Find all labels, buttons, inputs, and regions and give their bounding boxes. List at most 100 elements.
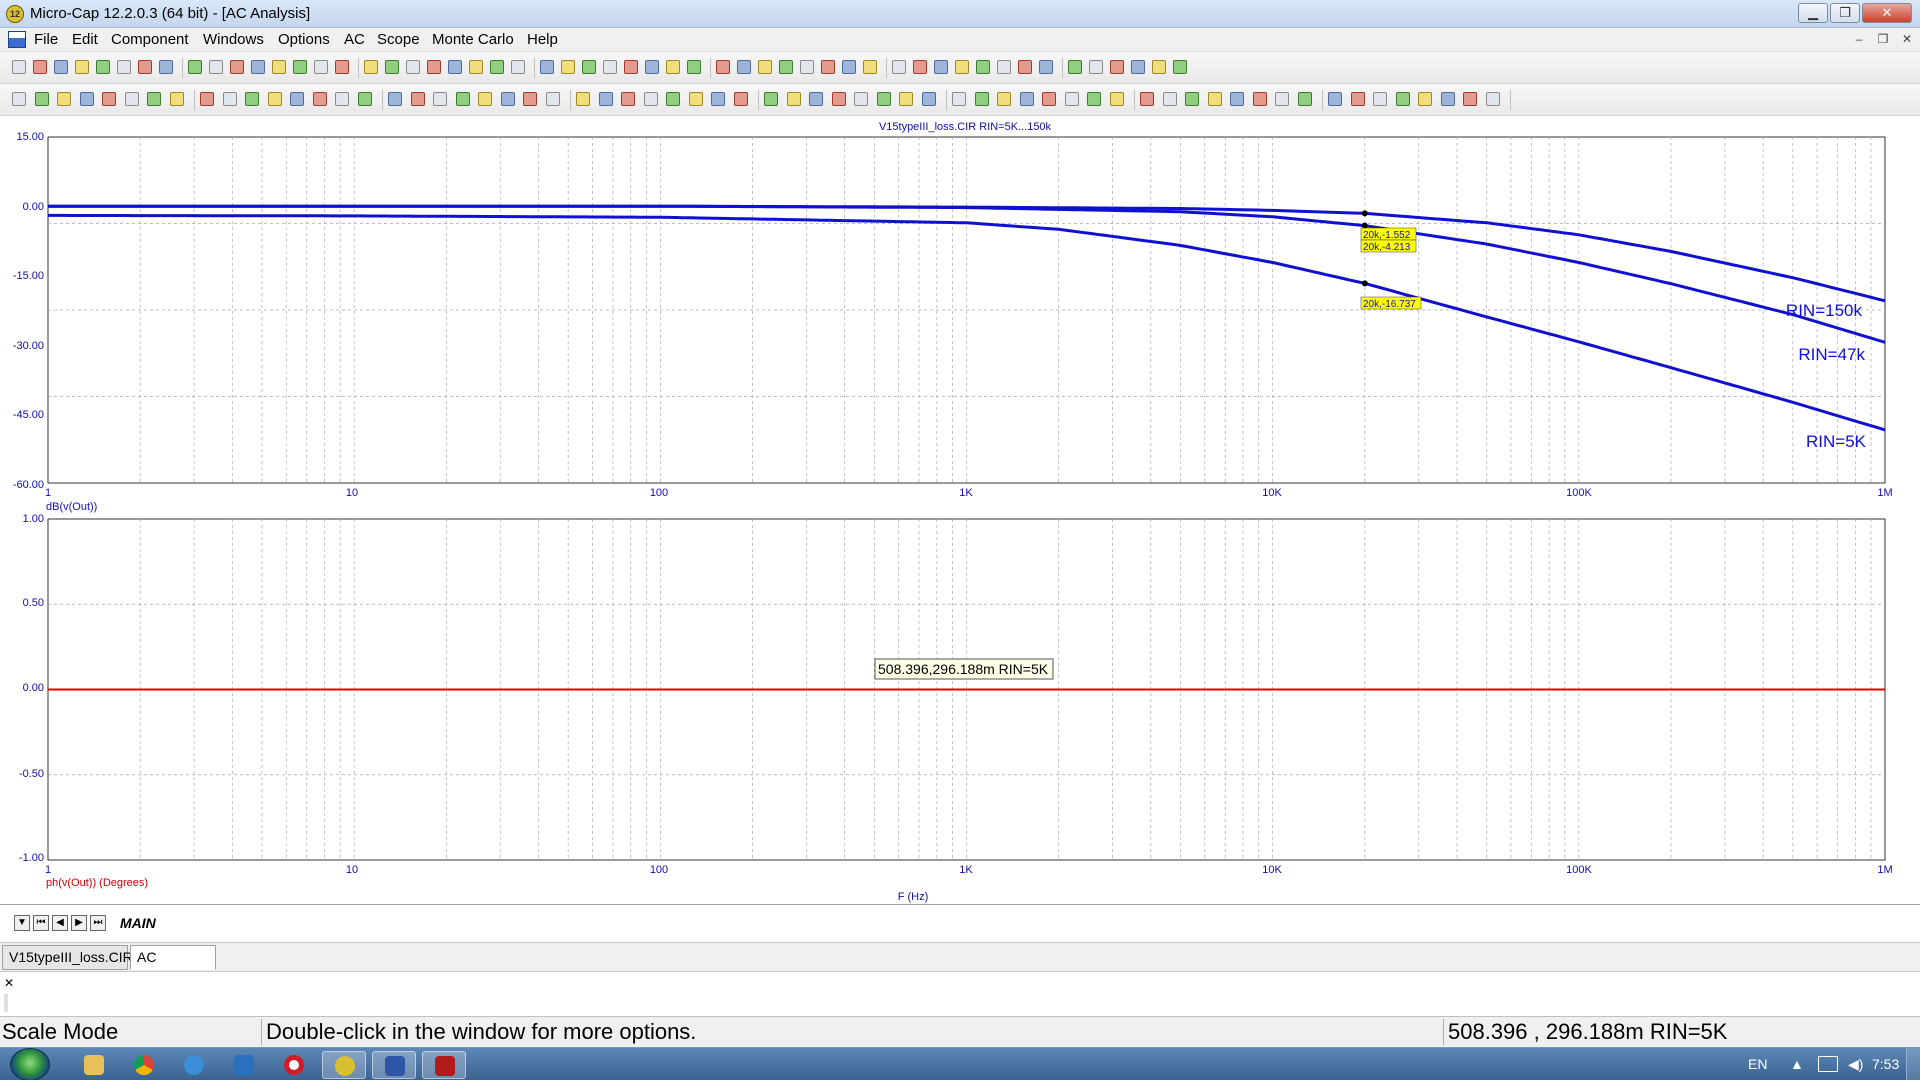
toolbar-button-icon[interactable] xyxy=(779,60,793,74)
toolbar-button-icon[interactable] xyxy=(448,60,462,74)
toolbar-button-icon[interactable] xyxy=(666,92,680,106)
toolbar-button-icon[interactable] xyxy=(335,60,349,74)
menu-scope[interactable]: Scope xyxy=(377,31,420,48)
volume-icon[interactable]: ◀) xyxy=(1848,1056,1863,1073)
toolbar-button-icon[interactable] xyxy=(251,60,265,74)
toolbar-button-icon[interactable] xyxy=(1131,60,1145,74)
toolbar-button-icon[interactable] xyxy=(314,60,328,74)
taskbar-save[interactable] xyxy=(372,1051,416,1079)
toolbar-button-icon[interactable] xyxy=(410,92,425,106)
last-page-icon[interactable]: ⏭ xyxy=(90,915,106,931)
toolbar-button-icon[interactable] xyxy=(892,60,906,74)
toolbar-button-icon[interactable] xyxy=(200,92,214,106)
title-bar[interactable]: 12 Micro-Cap 12.2.0.3 (64 bit) - [AC Ana… xyxy=(0,0,1920,28)
toolbar-button-icon[interactable] xyxy=(1018,60,1032,74)
toolbar-button-icon[interactable] xyxy=(245,92,259,106)
curve-label-rin-47k[interactable]: RIN=47k xyxy=(1798,345,1865,364)
toolbar-button-icon[interactable] xyxy=(117,60,131,74)
toolbar-button-icon[interactable] xyxy=(490,60,504,74)
taskbar-chrome[interactable] xyxy=(122,1051,166,1079)
toolbar-button-icon[interactable] xyxy=(952,92,966,106)
toolbar-button-icon[interactable] xyxy=(138,60,152,74)
taskbar-store[interactable] xyxy=(222,1051,266,1079)
toolbar-button-icon[interactable] xyxy=(863,60,877,74)
toolbar-button-icon[interactable] xyxy=(1110,60,1124,74)
toolbar-button-icon[interactable] xyxy=(561,60,575,74)
top-y-axis-label[interactable]: dB(v(Out)) xyxy=(46,501,97,513)
toolbar-button-icon[interactable] xyxy=(1068,60,1082,74)
toolbar-button-icon[interactable] xyxy=(1440,92,1455,106)
toolbar-button-icon[interactable] xyxy=(12,60,26,74)
toolbar-button-icon[interactable] xyxy=(621,92,635,106)
bottom-y-axis-label[interactable]: ph(v(Out)) (Degrees) xyxy=(46,877,148,889)
toolbar-button-icon[interactable] xyxy=(1042,92,1056,106)
menu-file[interactable]: File xyxy=(34,31,58,48)
toolbar-button-icon[interactable] xyxy=(79,92,94,106)
menu-options[interactable]: Options xyxy=(278,31,330,48)
toolbar-button-icon[interactable] xyxy=(96,60,110,74)
curve-label-rin-150k[interactable]: RIN=150k xyxy=(1786,301,1863,320)
toolbar-button-icon[interactable] xyxy=(974,92,989,106)
tab-ac-analysis[interactable]: AC Analysis xyxy=(130,945,216,988)
toolbar-button-icon[interactable] xyxy=(1418,92,1432,106)
tab-main[interactable]: MAIN xyxy=(120,915,156,931)
toolbar-button-icon[interactable] xyxy=(1297,92,1312,106)
toolbar-button-icon[interactable] xyxy=(831,92,846,106)
toolbar-button-icon[interactable] xyxy=(406,60,420,74)
toolbar-button-icon[interactable] xyxy=(1064,92,1079,106)
document-window-icon[interactable] xyxy=(8,31,26,48)
toolbar-button-icon[interactable] xyxy=(624,60,638,74)
toolbar-button-icon[interactable] xyxy=(57,92,71,106)
cursor-label-rin-150k[interactable]: 20k,-1.552 xyxy=(1360,227,1417,241)
toolbar-button-icon[interactable] xyxy=(1039,60,1053,74)
toolbar-button-icon[interactable] xyxy=(1373,92,1387,106)
cursor-label-rin-47k[interactable]: 20k,-4.213 xyxy=(1360,239,1417,253)
toolbar-button-icon[interactable] xyxy=(102,92,116,106)
toolbar-button-icon[interactable] xyxy=(645,60,659,74)
restore-button[interactable]: ❐ xyxy=(1830,3,1860,23)
toolbar-button-icon[interactable] xyxy=(899,92,913,106)
toolbar-button-icon[interactable] xyxy=(800,60,814,74)
menu-help[interactable]: Help xyxy=(527,31,558,48)
toolbar-button-icon[interactable] xyxy=(478,92,492,106)
next-page-icon[interactable]: ▶ xyxy=(71,915,87,931)
toolbar-button-icon[interactable] xyxy=(997,60,1011,74)
taskbar-opera[interactable] xyxy=(272,1051,316,1079)
toolbar-button-icon[interactable] xyxy=(1185,92,1199,106)
tab-schematic[interactable]: V15typeIII_loss.CIR xyxy=(2,945,133,970)
toolbar-button-icon[interactable] xyxy=(687,60,701,74)
toolbar-button-icon[interactable] xyxy=(1328,92,1342,106)
plot-area[interactable]: V15typeIII_loss.CIR RIN=5K...150k 15.00 … xyxy=(0,116,1920,904)
toolbar-button-icon[interactable] xyxy=(764,92,778,106)
toolbar-button-icon[interactable] xyxy=(716,60,730,74)
menu-component[interactable]: Component xyxy=(111,31,189,48)
toolbar-button-icon[interactable] xyxy=(1485,92,1500,106)
toolbar-button-icon[interactable] xyxy=(1140,92,1154,106)
output-scrollbar[interactable] xyxy=(4,994,8,1012)
toolbar-button-icon[interactable] xyxy=(913,60,927,74)
toolbar-button-icon[interactable] xyxy=(1162,92,1177,106)
toolbar-button-icon[interactable] xyxy=(1087,92,1101,106)
toolbar-button-icon[interactable] xyxy=(997,92,1011,106)
toolbar-button-icon[interactable] xyxy=(1019,92,1034,106)
magnitude-curve-rin-47k[interactable] xyxy=(48,204,1886,344)
toolbar-button-icon[interactable] xyxy=(1252,92,1267,106)
dropdown-arrow-icon[interactable]: ▼ xyxy=(14,915,30,931)
taskbar-ie[interactable] xyxy=(172,1051,216,1079)
cursor-point[interactable] xyxy=(1361,280,1368,287)
toolbar-button-icon[interactable] xyxy=(921,92,936,106)
microcap-app-icon[interactable]: 12 xyxy=(6,5,24,23)
toolbar-button-icon[interactable] xyxy=(230,60,244,74)
toolbar-button-icon[interactable] xyxy=(364,60,378,74)
menu-monte-carlo[interactable]: Monte Carlo xyxy=(432,31,514,48)
clock[interactable]: 7:53 xyxy=(1872,1056,1899,1072)
toolbar-button-icon[interactable] xyxy=(469,60,483,74)
cursor-label-rin-5k[interactable]: 20k,-16.737 xyxy=(1360,296,1422,310)
language-indicator[interactable]: EN xyxy=(1748,1056,1767,1072)
toolbar-button-icon[interactable] xyxy=(1230,92,1244,106)
toolbar-button-icon[interactable] xyxy=(34,92,49,106)
toolbar-button-icon[interactable] xyxy=(267,92,282,106)
toolbar-button-icon[interactable] xyxy=(576,92,590,106)
close-icon[interactable]: ✕ xyxy=(4,976,14,990)
toolbar-button-icon[interactable] xyxy=(809,92,823,106)
